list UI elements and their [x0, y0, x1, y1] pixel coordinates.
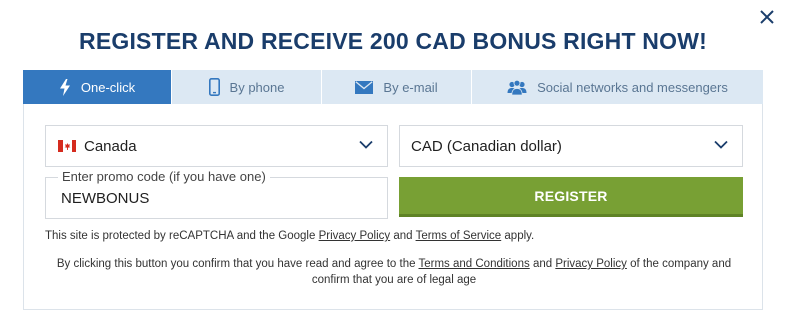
currency-select[interactable]: CAD (Canadian dollar): [399, 125, 743, 167]
tab-label: One-click: [80, 79, 136, 95]
dialog-title: REGISTER AND RECEIVE 200 CAD BONUS RIGHT…: [79, 28, 707, 54]
envelope-icon: [355, 80, 374, 94]
currency-value: CAD (Canadian dollar): [411, 137, 562, 155]
promo-code-field: Enter promo code (if you have one): [45, 169, 388, 219]
tab-social-networks[interactable]: Social networks and messengers: [472, 70, 763, 104]
tab-one-click[interactable]: One-click: [23, 70, 172, 104]
notice-text: and: [532, 258, 553, 270]
lightning-icon: [59, 78, 70, 96]
chevron-down-icon: [359, 140, 373, 149]
terms-of-service-link[interactable]: Terms of Service: [416, 230, 502, 242]
registration-form: Canada CAD (Canadian dollar) Enter promo…: [23, 104, 763, 310]
terms-and-conditions-link[interactable]: Terms and Conditions: [419, 258, 530, 270]
country-value: Canada: [84, 137, 137, 155]
privacy-policy-link[interactable]: Privacy Policy: [319, 230, 391, 242]
close-button[interactable]: [756, 6, 778, 28]
register-button[interactable]: REGISTER: [399, 177, 743, 217]
tab-label: Social networks and messengers: [537, 79, 728, 95]
country-select[interactable]: Canada: [45, 125, 388, 167]
tab-by-email[interactable]: By e-mail: [322, 70, 472, 104]
tab-label: By e-mail: [383, 79, 438, 95]
canada-flag-icon: [58, 140, 76, 152]
tab-label: By phone: [229, 79, 285, 95]
recaptcha-notice: This site is protected by reCAPTCHA and …: [45, 230, 534, 242]
close-icon: [760, 10, 774, 24]
privacy-policy-link[interactable]: Privacy Policy: [555, 258, 627, 270]
terms-notice: By clicking this button you confirm that…: [40, 256, 748, 288]
tab-by-phone[interactable]: By phone: [172, 70, 322, 104]
chevron-down-icon: [714, 140, 728, 149]
notice-text: By clicking this button you confirm that…: [56, 258, 416, 270]
promo-code-label: Enter promo code (if you have one): [58, 169, 270, 184]
phone-icon: [208, 78, 220, 96]
notice-text: This site is protected by reCAPTCHA and …: [45, 230, 316, 242]
notice-text: and: [393, 230, 413, 242]
registration-tabs: One-click By phone By e-mail Social netw…: [23, 70, 763, 104]
users-icon: [507, 79, 527, 95]
notice-text: apply.: [504, 230, 535, 242]
promo-code-input[interactable]: [61, 190, 361, 207]
